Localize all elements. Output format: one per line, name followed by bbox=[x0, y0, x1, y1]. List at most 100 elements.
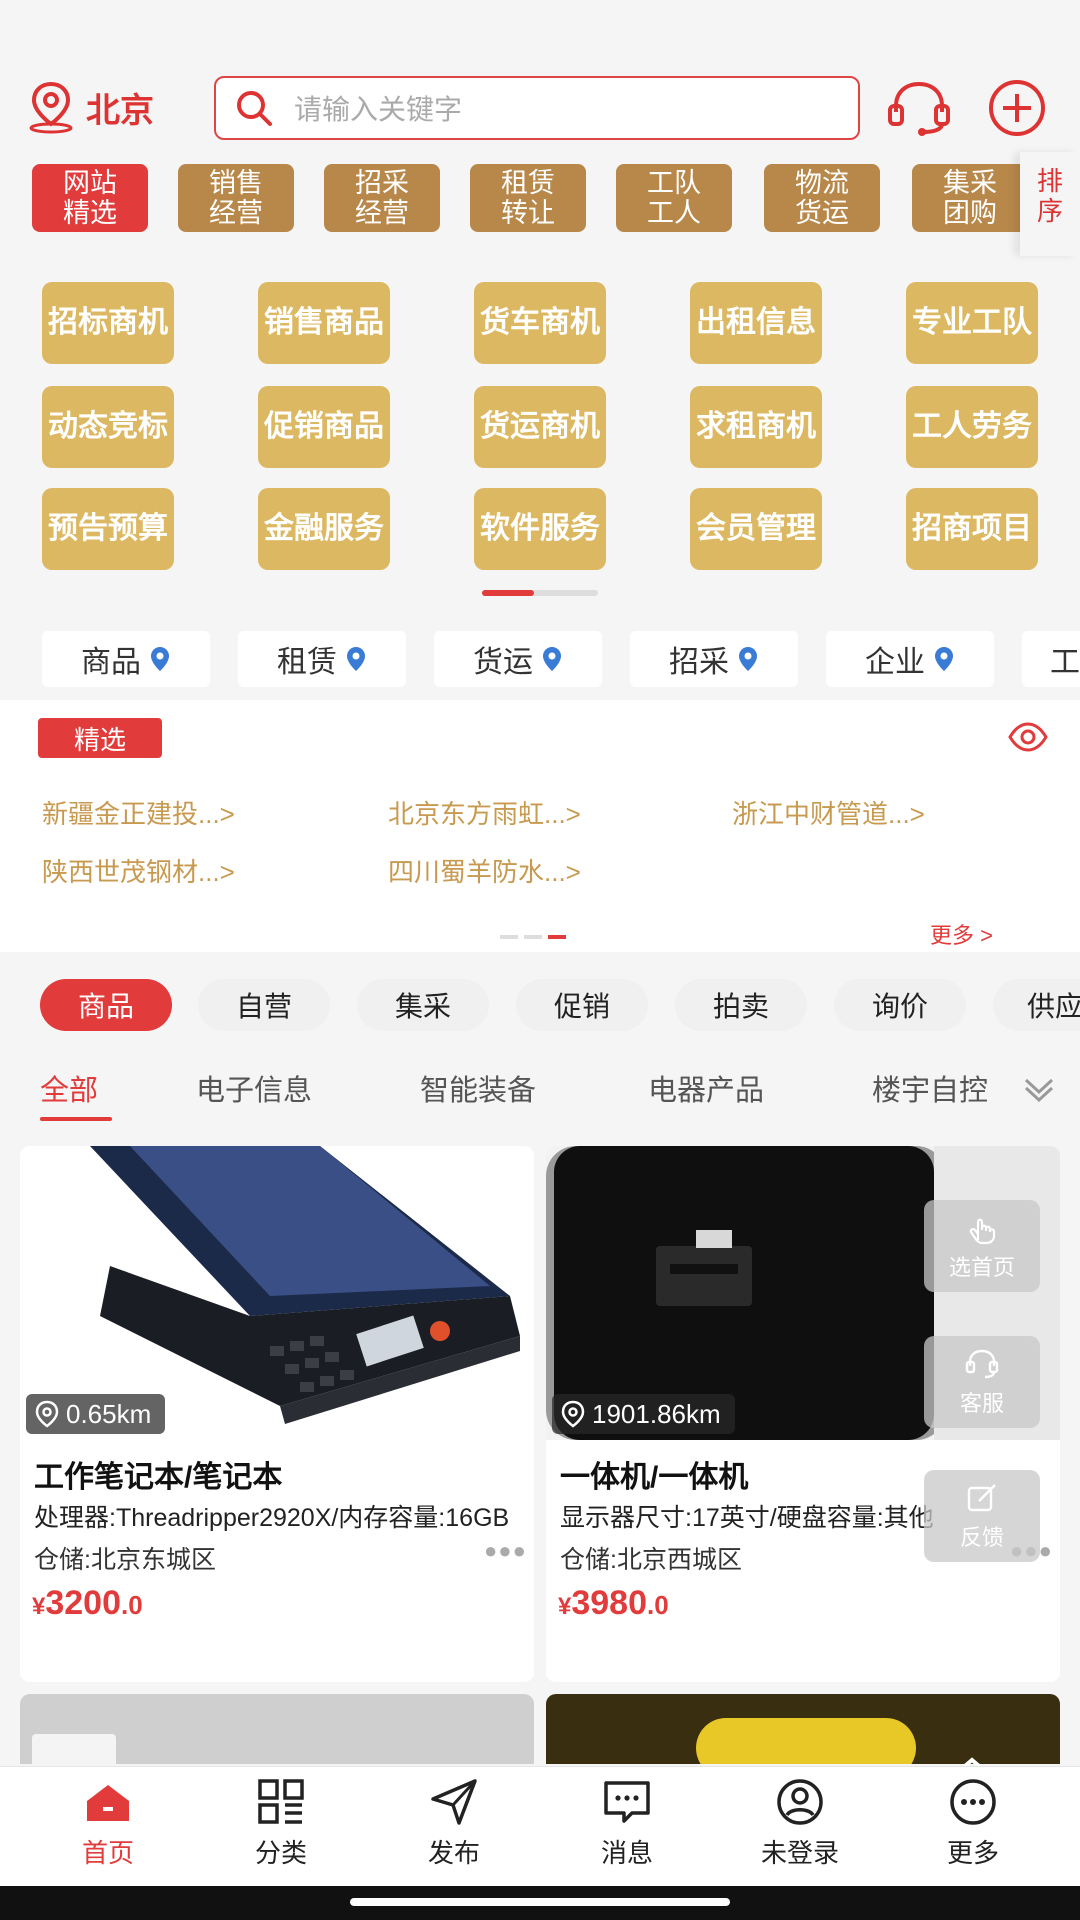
grid-tile[interactable]: 出租信息 bbox=[690, 282, 822, 364]
grid-tile[interactable]: 专业工队 bbox=[906, 282, 1038, 364]
nav-messages-label: 消息 bbox=[600, 1838, 653, 1868]
customer-service-button[interactable]: 客服 bbox=[924, 1336, 1040, 1428]
location-pin-icon bbox=[347, 647, 365, 671]
more-link[interactable]: 更多 > bbox=[930, 918, 993, 950]
hand-pointer-icon bbox=[969, 1218, 996, 1245]
sort-button[interactable]: 排序 bbox=[1020, 152, 1080, 256]
featured-link[interactable]: 陕西世茂钢材...> bbox=[42, 852, 235, 889]
grid-tile[interactable]: 销售商品 bbox=[258, 282, 390, 364]
location-pin-icon bbox=[561, 1400, 585, 1428]
more-options-icon[interactable]: ●●● bbox=[484, 1538, 527, 1564]
eye-icon[interactable] bbox=[1008, 720, 1048, 754]
customer-service-label: 客服 bbox=[959, 1391, 1004, 1416]
nav-more[interactable]: 更多 bbox=[913, 1777, 1033, 1870]
grid-tile[interactable]: 会员管理 bbox=[690, 488, 822, 570]
product-title: 一体机/一体机 bbox=[560, 1461, 749, 1494]
type-pill[interactable]: 商品 bbox=[40, 979, 172, 1031]
category-chip[interactable]: 集采 团购 bbox=[912, 164, 1028, 232]
type-pill[interactable]: 询价 bbox=[834, 979, 966, 1031]
product-price: ¥3200.0 bbox=[32, 1584, 143, 1622]
location-pin-icon bbox=[935, 647, 953, 671]
location-pin-icon bbox=[35, 1400, 59, 1428]
category-chip[interactable]: 工队 工人 bbox=[616, 164, 732, 232]
nav-category[interactable]: 分类 bbox=[221, 1777, 341, 1870]
nav-home[interactable]: 首页 bbox=[48, 1777, 168, 1870]
nearby-chip[interactable]: 货运 bbox=[434, 631, 602, 687]
nearby-label: 企业 bbox=[865, 646, 925, 679]
subtab[interactable]: 全部 bbox=[40, 1067, 98, 1109]
nearby-chip[interactable]: 企业 bbox=[826, 631, 994, 687]
category-chip[interactable]: 物流 货运 bbox=[764, 164, 880, 232]
nav-messages[interactable]: 消息 bbox=[567, 1777, 687, 1870]
nearby-label: 工 bbox=[1050, 646, 1080, 679]
nearby-chip[interactable]: 商品 bbox=[42, 631, 210, 687]
headset-icon bbox=[965, 1349, 999, 1379]
grid-tile[interactable]: 招标商机 bbox=[42, 282, 174, 364]
distance-text: 0.65km bbox=[66, 1398, 152, 1429]
grid-tile[interactable]: 工人劳务 bbox=[906, 386, 1038, 468]
grid-tile[interactable]: 货车商机 bbox=[474, 282, 606, 364]
grid-tile[interactable]: 促销商品 bbox=[258, 386, 390, 468]
category-chip[interactable]: 销售 经营 bbox=[178, 164, 294, 232]
subtab[interactable]: 智能装备 bbox=[420, 1067, 536, 1109]
location-pin-icon bbox=[739, 647, 757, 671]
category-chip[interactable]: 招采 经营 bbox=[324, 164, 440, 232]
product-card[interactable]: 0.65km 工作笔记本/笔记本 处理器:Threadripper2920X/内… bbox=[20, 1146, 534, 1682]
featured-link[interactable]: 浙江中财管道...> bbox=[732, 794, 925, 831]
distance-badge: 0.65km bbox=[26, 1394, 166, 1434]
search-icon bbox=[237, 91, 272, 126]
grid-tile[interactable]: 招商项目 bbox=[906, 488, 1038, 570]
grid-tile[interactable]: 预告预算 bbox=[42, 488, 174, 570]
location-selector[interactable]: 北京 bbox=[26, 80, 154, 134]
subtab[interactable]: 电子信息 bbox=[196, 1067, 312, 1109]
type-pill[interactable]: 自营 bbox=[198, 979, 330, 1031]
nav-home-label: 首页 bbox=[81, 1838, 134, 1868]
feedback-button[interactable]: 反馈 bbox=[924, 1470, 1040, 1562]
nav-category-label: 分类 bbox=[254, 1838, 307, 1868]
nearby-label: 招采 bbox=[669, 646, 729, 679]
nearby-chip[interactable]: 工 bbox=[1022, 631, 1080, 687]
featured-page-indicator bbox=[500, 926, 572, 944]
nearby-label: 货运 bbox=[473, 646, 533, 679]
subtab[interactable]: 楼宇自控 bbox=[872, 1067, 1002, 1109]
product-card-partial[interactable] bbox=[20, 1694, 534, 1764]
featured-link[interactable]: 四川蜀羊防水...> bbox=[388, 852, 581, 889]
type-pill[interactable]: 促销 bbox=[516, 979, 648, 1031]
headset-icon[interactable] bbox=[886, 78, 952, 138]
edit-icon bbox=[967, 1484, 996, 1512]
nearby-label: 商品 bbox=[81, 646, 141, 679]
category-chip[interactable]: 租赁 转让 bbox=[470, 164, 586, 232]
nearby-chip[interactable]: 招采 bbox=[630, 631, 798, 687]
type-pill[interactable]: 拍卖 bbox=[675, 979, 807, 1031]
grid-tile[interactable]: 软件服务 bbox=[474, 488, 606, 570]
grid-tile[interactable]: 货运商机 bbox=[474, 386, 606, 468]
city-label: 北京 bbox=[86, 91, 154, 130]
distance-badge: 1901.86km bbox=[552, 1394, 735, 1434]
add-circle-icon[interactable] bbox=[984, 78, 1050, 138]
grid-page-indicator bbox=[482, 590, 598, 596]
home-indicator[interactable] bbox=[350, 1898, 730, 1906]
subtab[interactable]: 电器产品 bbox=[648, 1067, 764, 1109]
featured-link[interactable]: 北京东方雨虹...> bbox=[388, 794, 581, 831]
bottom-nav: 首页 分类 发布 消息 未登录 更多 bbox=[0, 1766, 1080, 1886]
grid-tile[interactable]: 求租商机 bbox=[690, 386, 822, 468]
nearby-chip[interactable]: 租赁 bbox=[238, 631, 406, 687]
user-icon bbox=[777, 1779, 823, 1825]
nearby-row: 商品 租赁 货运 招采 企业 工 bbox=[0, 625, 1080, 687]
grid-tile[interactable]: 动态竞标 bbox=[42, 386, 174, 468]
product-storage: 仓储:北京西城区 bbox=[560, 1546, 742, 1574]
featured-link[interactable]: 新疆金正建投...> bbox=[42, 794, 235, 831]
product-spec: 处理器:Threadripper2920X/内存容量:16GB bbox=[34, 1504, 510, 1532]
nav-account[interactable]: 未登录 bbox=[740, 1777, 860, 1870]
category-chip-row: 网站 精选 销售 经营 招采 经营 租赁 转让 工队 工人 物流 货运 集采 团购 排序 bbox=[0, 152, 1080, 256]
chevron-down-icon[interactable] bbox=[1022, 1072, 1056, 1106]
type-pill[interactable]: 供应 bbox=[993, 979, 1080, 1031]
grid-tile[interactable]: 金融服务 bbox=[258, 488, 390, 570]
nav-publish[interactable]: 发布 bbox=[394, 1777, 514, 1870]
category-subtabs: 全部 电子信息 智能装备 电器产品 楼宇自控 bbox=[0, 1055, 1080, 1125]
choose-home-button[interactable]: 选首页 bbox=[924, 1200, 1040, 1292]
feature-grid: 招标商机 销售商品 货车商机 出租信息 专业工队 动态竞标 促销商品 货运商机 … bbox=[0, 262, 1080, 612]
search-input[interactable]: 请输入关键字 bbox=[214, 76, 860, 140]
type-pill[interactable]: 集采 bbox=[357, 979, 489, 1031]
category-chip[interactable]: 网站 精选 bbox=[32, 164, 148, 232]
